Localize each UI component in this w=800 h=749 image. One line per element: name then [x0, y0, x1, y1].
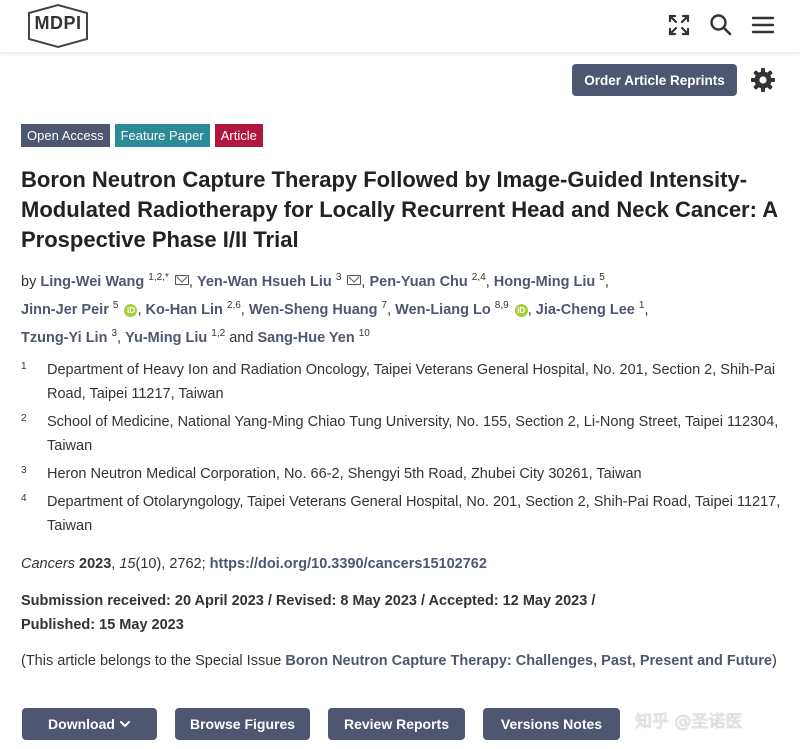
affiliation-item: 4 Department of Otolaryngology, Taipei V… — [21, 490, 781, 538]
author-link[interactable]: Yu-Ming Liu — [125, 330, 207, 346]
author-link[interactable]: Sang-Hue Yen — [257, 330, 354, 346]
special-issue-note: (This article belongs to the Special Iss… — [21, 649, 781, 673]
author-link[interactable]: Wen-Sheng Huang — [249, 302, 378, 318]
citation-year: 2023 — [79, 556, 112, 572]
affiliation-number: 3 — [21, 465, 27, 476]
email-icon[interactable] — [347, 275, 362, 285]
citation-line: Cancers 2023, 15(10), 2762; https://doi.… — [21, 556, 487, 572]
chevron-down-icon — [119, 721, 130, 728]
email-icon[interactable] — [174, 275, 189, 285]
author-affil-sup: 7 — [381, 300, 388, 311]
author-affil-sup: 5 — [599, 272, 605, 283]
watermark-text: 知乎 @圣诺医 — [635, 712, 743, 732]
affiliation-item: 1 Department of Heavy Ion and Radiation … — [21, 358, 781, 406]
article-type-badge: Article — [214, 124, 263, 147]
browse-figures-button[interactable]: Browse Figures — [175, 708, 310, 740]
versions-notes-button[interactable]: Versions Notes — [483, 708, 620, 740]
dates-line: Submission received: 20 April 2023 / Rev… — [21, 593, 596, 609]
affiliation-item: 2 School of Medicine, National Yang-Ming… — [21, 410, 781, 458]
citation-issue-pages: (10), 2762; — [135, 556, 206, 572]
affiliation-list: 1 Department of Heavy Ion and Radiation … — [21, 358, 781, 542]
author-affil-sup: 1,2 — [211, 328, 226, 339]
author-affil-sup: 1 — [638, 300, 645, 311]
affiliation-text: Department of Otolaryngology, Taipei Vet… — [47, 494, 781, 534]
affiliation-number: 1 — [21, 361, 27, 372]
download-label: Download — [48, 716, 115, 732]
author-link[interactable]: Jinn-Jer Peir — [21, 302, 109, 318]
fullscreen-icon[interactable] — [666, 12, 692, 38]
logo-text: MDPI — [34, 13, 82, 33]
doi-link[interactable]: https://doi.org/10.3390/cancers15102762 — [210, 556, 487, 572]
author-link[interactable]: Tzung-Yi Lin — [21, 330, 107, 346]
orcid-icon[interactable]: iD — [124, 304, 138, 317]
download-button[interactable]: Download — [22, 708, 157, 740]
author-affil-sup: 8,9 — [494, 300, 509, 311]
top-bar: MDPI — [0, 0, 800, 52]
author-link[interactable]: Wen-Liang Lo — [395, 302, 491, 318]
by-label: by — [21, 274, 37, 290]
published-date: Published: 15 May 2023 — [21, 617, 184, 633]
author-affil-sup: 2,4 — [471, 272, 486, 283]
author-link[interactable]: Hong-Ming Liu — [494, 274, 595, 290]
feature-paper-badge: Feature Paper — [114, 124, 210, 147]
gear-icon[interactable] — [749, 66, 777, 94]
author-link[interactable]: Pen-Yuan Chu — [369, 274, 467, 290]
author-affil-sup: 3 — [335, 272, 342, 283]
author-link[interactable]: Ling-Wei Wang — [40, 274, 144, 290]
affiliation-text: School of Medicine, National Yang-Ming C… — [47, 414, 779, 454]
affiliation-item: 3 Heron Neutron Medical Corporation, No.… — [21, 462, 781, 486]
publication-dates: Submission received: 20 April 2023 / Rev… — [21, 589, 701, 637]
order-reprints-button[interactable]: Order Article Reprints — [572, 64, 737, 96]
special-issue-prefix: (This article belongs to the Special Iss… — [21, 653, 286, 669]
author-affil-sup: 10 — [358, 328, 370, 339]
article-badges: Open Access Feature Paper Article — [21, 124, 263, 147]
review-reports-button[interactable]: Review Reports — [328, 708, 465, 740]
author-affil-sup: 5 — [112, 300, 119, 311]
special-issue-suffix: ) — [772, 653, 777, 669]
author-link[interactable]: Ko-Han Lin — [146, 302, 223, 318]
citation-volume: 15 — [119, 556, 136, 572]
affiliation-number: 2 — [21, 413, 27, 424]
open-access-badge: Open Access — [21, 124, 110, 147]
menu-icon[interactable] — [750, 12, 776, 38]
author-affil-sup: 1,2,* — [148, 272, 169, 283]
author-link[interactable]: Yen-Wan Hsueh Liu — [197, 274, 332, 290]
special-issue-link[interactable]: Boron Neutron Capture Therapy: Challenge… — [285, 653, 772, 669]
affiliation-text: Department of Heavy Ion and Radiation On… — [47, 362, 776, 402]
author-list: by Ling-Wei Wang 1,2,* , Yen-Wan Hsueh L… — [21, 272, 649, 346]
author-affil-sup: 3 — [111, 328, 118, 339]
article-title: Boron Neutron Capture Therapy Followed b… — [21, 167, 778, 252]
journal-name[interactable]: Cancers — [21, 556, 75, 572]
affiliation-number: 4 — [21, 493, 27, 504]
and-label: and — [229, 330, 254, 346]
author-affil-sup: 2,6 — [226, 300, 241, 311]
article-actions: Download Browse Figures Review Reports V… — [22, 708, 620, 740]
search-icon[interactable] — [708, 12, 734, 38]
author-link[interactable]: Jia-Cheng Lee — [536, 302, 635, 318]
mdpi-logo[interactable]: MDPI — [21, 3, 95, 49]
affiliation-text: Heron Neutron Medical Corporation, No. 6… — [47, 466, 642, 482]
orcid-icon[interactable]: iD — [514, 304, 528, 317]
